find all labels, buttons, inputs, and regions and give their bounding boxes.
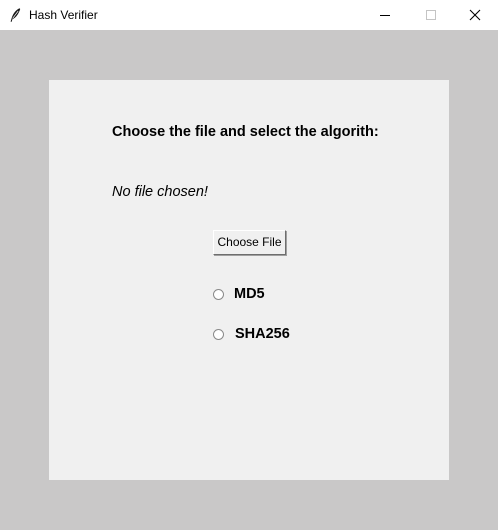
window-client-area: Choose the file and select the algorith:… bbox=[0, 30, 498, 530]
maximize-button[interactable] bbox=[408, 0, 454, 30]
title-bar[interactable]: Hash Verifier bbox=[0, 0, 498, 30]
instruction-label: Choose the file and select the algorith: bbox=[112, 124, 379, 140]
md5-radio-button[interactable] bbox=[213, 289, 224, 300]
window-title: Hash Verifier bbox=[29, 8, 98, 22]
main-panel: Choose the file and select the algorith:… bbox=[49, 80, 449, 480]
minimize-button[interactable] bbox=[362, 0, 408, 30]
md5-radio-label[interactable]: MD5 bbox=[234, 285, 265, 303]
minimize-icon bbox=[380, 15, 390, 16]
sha256-radio-label[interactable]: SHA256 bbox=[235, 325, 290, 343]
maximize-icon bbox=[426, 10, 436, 20]
close-button[interactable] bbox=[452, 0, 498, 30]
sha256-radio-button[interactable] bbox=[213, 329, 224, 340]
file-status-label: No file chosen! bbox=[112, 184, 208, 200]
close-icon bbox=[469, 9, 481, 21]
choose-file-button[interactable]: Choose File bbox=[213, 230, 286, 255]
feather-icon bbox=[8, 7, 22, 23]
